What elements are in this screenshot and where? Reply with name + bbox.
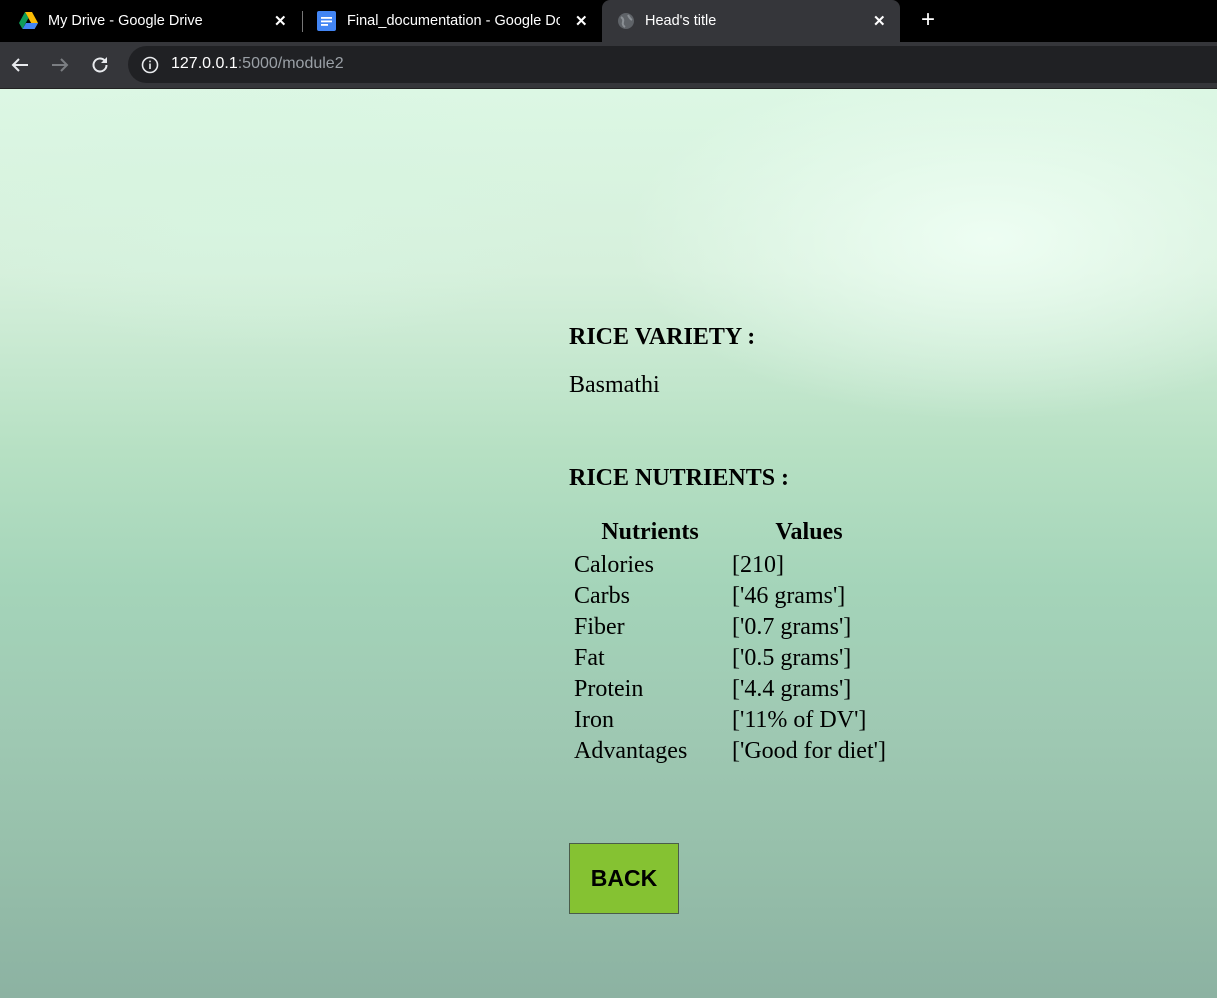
reload-icon[interactable] bbox=[89, 54, 111, 76]
nutrient-value: ['Good for diet'] bbox=[732, 738, 886, 764]
nutrient-value: ['11% of DV'] bbox=[732, 707, 867, 733]
table-header-row: Nutrients Values bbox=[571, 517, 889, 550]
tab-strip: My Drive - Google Drive ✕ Final_document… bbox=[0, 0, 1217, 42]
close-icon[interactable]: ✕ bbox=[873, 12, 886, 30]
variety-heading: RICE VARIETY : bbox=[569, 324, 756, 350]
nutrient-name: Fat bbox=[574, 645, 605, 671]
nutrient-name: Advantages bbox=[574, 738, 688, 764]
forward-arrow-icon[interactable] bbox=[49, 54, 71, 76]
nutrient-name: Iron bbox=[574, 707, 614, 733]
table-row: Carbs ['46 grams'] bbox=[571, 581, 889, 612]
variety-value: Basmathi bbox=[569, 372, 660, 398]
nutrient-value: ['4.4 grams'] bbox=[732, 676, 852, 702]
nutrient-name: Fiber bbox=[574, 614, 625, 640]
tab-google-docs[interactable]: Final_documentation - Google Docs ✕ bbox=[303, 0, 601, 42]
table-row: Fiber ['0.7 grams'] bbox=[571, 612, 889, 643]
page-content: RICE VARIETY : Basmathi RICE NUTRIENTS :… bbox=[0, 89, 1217, 998]
globe-icon bbox=[618, 13, 634, 29]
tab-title: Final_documentation - Google Docs bbox=[347, 13, 560, 29]
tab-title: Head's title bbox=[645, 13, 717, 29]
back-button[interactable]: BACK bbox=[569, 843, 679, 914]
close-icon[interactable]: ✕ bbox=[274, 12, 287, 30]
new-tab-icon[interactable]: + bbox=[916, 8, 940, 32]
nutrient-value: [210] bbox=[732, 552, 784, 578]
table-row: Advantages ['Good for diet'] bbox=[571, 736, 889, 767]
info-icon[interactable] bbox=[141, 56, 159, 74]
table-row: Iron ['11% of DV'] bbox=[571, 705, 889, 736]
nutrient-value: ['0.5 grams'] bbox=[732, 645, 852, 671]
nutrient-value: ['0.7 grams'] bbox=[732, 614, 852, 640]
tab-title: My Drive - Google Drive bbox=[48, 13, 203, 29]
tab-heads-title[interactable]: Head's title ✕ bbox=[602, 0, 900, 42]
table-row: Calories [210] bbox=[571, 550, 889, 581]
google-docs-icon bbox=[317, 11, 336, 31]
table-row: Fat ['0.5 grams'] bbox=[571, 643, 889, 674]
google-drive-icon bbox=[19, 12, 38, 29]
column-header-nutrients: Nutrients bbox=[601, 518, 699, 545]
column-header-values: Values bbox=[775, 518, 843, 545]
nutrients-table: Nutrients Values Calories [210] Carbs ['46… bbox=[571, 517, 889, 767]
tab-google-drive[interactable]: My Drive - Google Drive ✕ bbox=[0, 0, 300, 42]
nutrient-name: Calories bbox=[574, 552, 654, 578]
back-arrow-icon[interactable] bbox=[9, 54, 31, 76]
url-text[interactable]: 127.0.0.1:5000/module2 bbox=[171, 55, 344, 73]
nutrient-value: ['46 grams'] bbox=[732, 583, 846, 609]
url-host: 127.0.0.1 bbox=[171, 55, 238, 72]
nutrients-heading: RICE NUTRIENTS : bbox=[569, 465, 790, 491]
nutrient-name: Protein bbox=[574, 676, 644, 702]
close-icon[interactable]: ✕ bbox=[575, 12, 588, 30]
table-row: Protein ['4.4 grams'] bbox=[571, 674, 889, 705]
url-path: :5000/module2 bbox=[237, 55, 344, 72]
nutrient-name: Carbs bbox=[574, 583, 630, 609]
